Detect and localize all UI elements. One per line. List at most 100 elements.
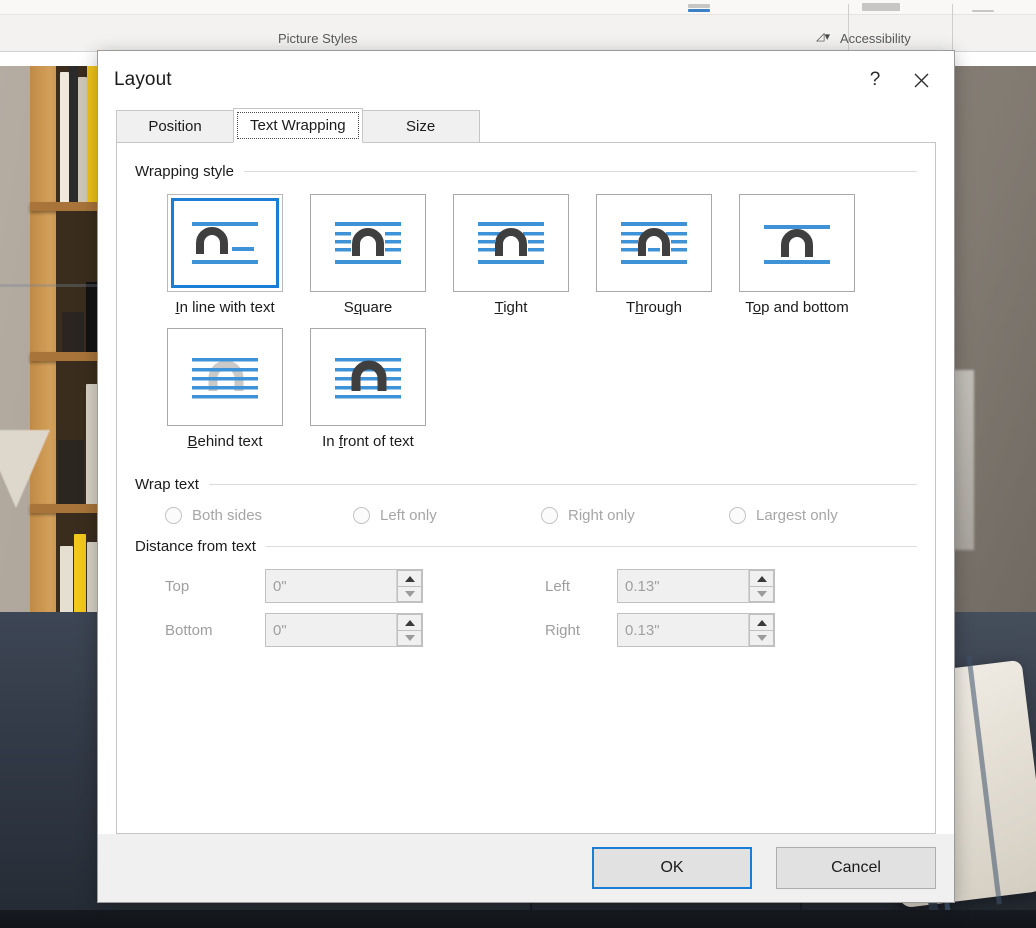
arrow-up-icon bbox=[404, 619, 415, 626]
radio-both-sides[interactable]: Both sides bbox=[165, 507, 353, 524]
wrap-option-through[interactable]: Through bbox=[596, 194, 712, 316]
wrap-option-in-front-of-text[interactable]: In front of text bbox=[310, 328, 426, 450]
tab-text-wrapping[interactable]: Text Wrapping bbox=[233, 108, 363, 143]
ok-button[interactable]: OK bbox=[592, 847, 752, 889]
close-icon bbox=[914, 73, 928, 87]
radio-circle-icon bbox=[541, 507, 558, 524]
distance-left-spinner[interactable]: 0.13" bbox=[617, 569, 775, 603]
distance-left-increment-button[interactable] bbox=[749, 570, 774, 586]
distance-bottom-spinner[interactable]: 0" bbox=[265, 613, 423, 647]
distance-fields: Top 0" Bottom 0" Left 0.13" Right 0.13" bbox=[135, 569, 917, 647]
arrow-down-icon bbox=[756, 591, 767, 597]
distance-from-text-group: Distance from text Top 0" Bottom 0" Left… bbox=[135, 538, 917, 647]
ribbon-group-picture-styles: Picture Styles bbox=[278, 31, 358, 46]
distance-top-value[interactable]: 0" bbox=[266, 570, 396, 602]
wrap-square-icon bbox=[335, 222, 401, 264]
wrap-tight-icon bbox=[478, 222, 544, 264]
wrap-option-top-and-bottom-label: Top and bottom bbox=[745, 299, 849, 316]
arrow-down-icon bbox=[756, 635, 767, 641]
distance-bottom-row: Bottom 0" bbox=[165, 613, 423, 647]
distance-top-decrement-button[interactable] bbox=[397, 586, 422, 602]
tab-position[interactable]: Position bbox=[116, 110, 234, 143]
dialog-titlebar: Layout ? bbox=[98, 51, 954, 109]
radio-largest-only-label: Largest only bbox=[756, 507, 838, 524]
wrap-inline-icon bbox=[192, 222, 258, 264]
dialog-body: Wrapping style In line with text Square … bbox=[116, 143, 936, 834]
wrap-text-group: Wrap text Both sides Left only Right onl… bbox=[135, 476, 917, 524]
arrow-down-icon bbox=[404, 591, 415, 597]
wrap-option-square-label: Square bbox=[343, 299, 393, 316]
distance-top-row: Top 0" bbox=[165, 569, 423, 603]
distance-bottom-increment-button[interactable] bbox=[397, 614, 422, 630]
tab-size-label: Size bbox=[406, 118, 436, 135]
tab-position-label: Position bbox=[148, 118, 202, 135]
wrap-infront-icon bbox=[335, 358, 401, 399]
word-ribbon: Picture Styles ◿▾ Accessibility bbox=[0, 0, 1036, 52]
distance-bottom-value[interactable]: 0" bbox=[266, 614, 396, 646]
wrapping-style-row-2: Behind text In front of text bbox=[135, 328, 917, 450]
wrap-option-inline-label: In line with text bbox=[175, 299, 275, 316]
distance-top-label: Top bbox=[165, 577, 190, 595]
distance-from-text-title: Distance from text bbox=[135, 538, 256, 555]
wrap-option-tight-label: Tight bbox=[494, 299, 528, 316]
distance-right-decrement-button[interactable] bbox=[749, 630, 774, 646]
distance-left-row: Left 0.13" bbox=[545, 569, 775, 603]
distance-right-row: Right 0.13" bbox=[545, 613, 775, 647]
layout-dialog: Layout ? Position Text Wrapping Size Wra… bbox=[97, 50, 955, 903]
ribbon-group-accessibility: Accessibility bbox=[840, 31, 911, 46]
distance-right-label: Right bbox=[545, 621, 581, 639]
wrap-option-in-front-of-text-label: In front of text bbox=[322, 433, 414, 450]
distance-bottom-decrement-button[interactable] bbox=[397, 630, 422, 646]
tab-focus-outline bbox=[237, 112, 359, 139]
distance-left-decrement-button[interactable] bbox=[749, 586, 774, 602]
wrapping-style-group: Wrapping style In line with text Square … bbox=[135, 163, 917, 450]
distance-left-label: Left bbox=[545, 577, 571, 595]
arrow-up-icon bbox=[756, 575, 767, 582]
distance-left-value[interactable]: 0.13" bbox=[618, 570, 748, 602]
distance-top-increment-button[interactable] bbox=[397, 570, 422, 586]
radio-largest-only[interactable]: Largest only bbox=[729, 507, 917, 524]
radio-right-only[interactable]: Right only bbox=[541, 507, 729, 524]
group-divider bbox=[208, 484, 917, 485]
wrap-through-icon bbox=[621, 222, 687, 264]
wrap-option-through-label: Through bbox=[626, 299, 682, 316]
wrap-option-tight[interactable]: Tight bbox=[453, 194, 569, 316]
floor-lamp bbox=[0, 430, 50, 508]
distance-right-value[interactable]: 0.13" bbox=[618, 614, 748, 646]
tab-size[interactable]: Size bbox=[361, 110, 480, 143]
wrap-option-top-and-bottom[interactable]: Top and bottom bbox=[739, 194, 855, 316]
radio-left-only[interactable]: Left only bbox=[353, 507, 541, 524]
help-button[interactable]: ? bbox=[852, 61, 898, 99]
wrap-text-options: Both sides Left only Right only Largest … bbox=[135, 507, 917, 524]
group-divider bbox=[265, 546, 917, 547]
radio-right-only-label: Right only bbox=[568, 507, 635, 524]
distance-right-increment-button[interactable] bbox=[749, 614, 774, 630]
wrap-text-title: Wrap text bbox=[135, 476, 199, 493]
wrap-option-inline[interactable]: In line with text bbox=[167, 194, 283, 316]
tab-strip: Position Text Wrapping Size bbox=[98, 108, 954, 143]
wrapping-style-title: Wrapping style bbox=[135, 163, 234, 180]
wrap-option-square[interactable]: Square bbox=[310, 194, 426, 316]
wrap-option-behind-text[interactable]: Behind text bbox=[167, 328, 283, 450]
group-divider bbox=[243, 171, 917, 172]
distance-top-spinner[interactable]: 0" bbox=[265, 569, 423, 603]
distance-bottom-label: Bottom bbox=[165, 621, 213, 639]
radio-circle-icon bbox=[165, 507, 182, 524]
dialog-footer: OK Cancel bbox=[98, 834, 954, 902]
arrow-up-icon bbox=[404, 575, 415, 582]
radio-both-sides-label: Both sides bbox=[192, 507, 263, 524]
radio-circle-icon bbox=[353, 507, 370, 524]
arrow-up-icon bbox=[756, 619, 767, 626]
wrap-behind-icon bbox=[192, 358, 258, 399]
dialog-launcher-icon[interactable]: ◿▾ bbox=[816, 30, 830, 43]
wrap-option-behind-text-label: Behind text bbox=[187, 433, 263, 450]
close-button[interactable] bbox=[898, 61, 944, 99]
radio-circle-icon bbox=[729, 507, 746, 524]
radio-left-only-label: Left only bbox=[380, 507, 437, 524]
dialog-title: Layout bbox=[114, 69, 172, 90]
distance-right-spinner[interactable]: 0.13" bbox=[617, 613, 775, 647]
wrap-topbottom-icon bbox=[764, 225, 830, 264]
arrow-down-icon bbox=[404, 635, 415, 641]
wrapping-style-row-1: In line with text Square Tight Through T… bbox=[135, 194, 917, 316]
cancel-button[interactable]: Cancel bbox=[776, 847, 936, 889]
